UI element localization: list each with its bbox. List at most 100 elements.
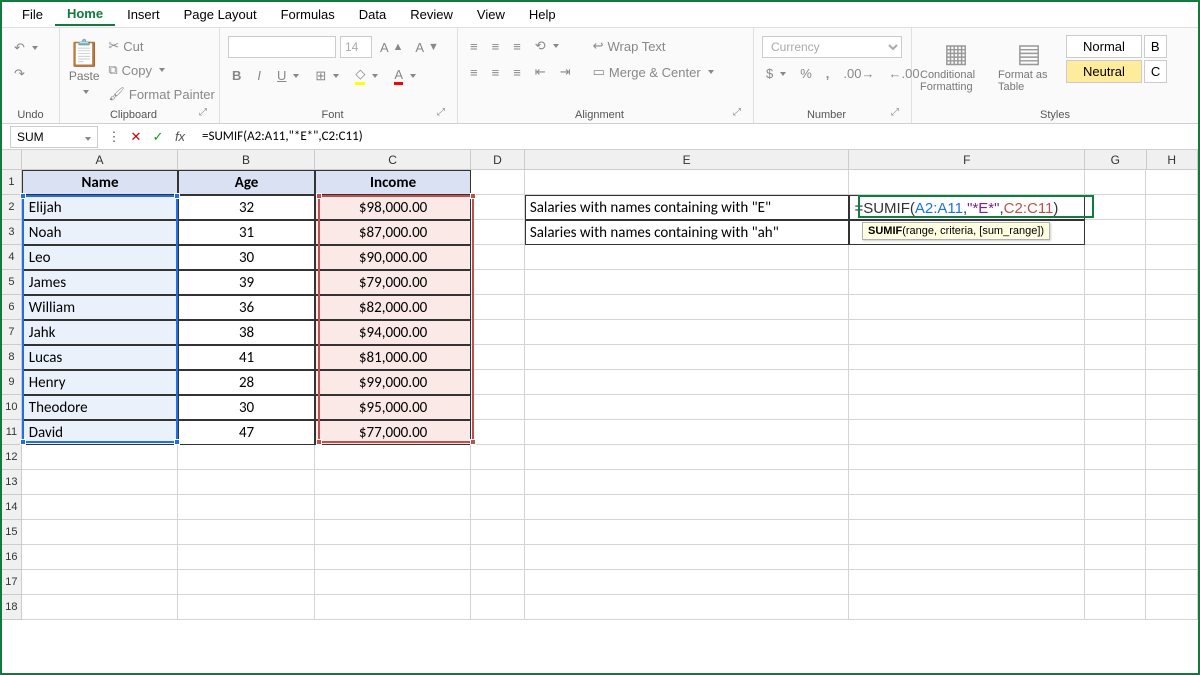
- F13[interactable]: [849, 470, 1085, 495]
- G10[interactable]: [1085, 395, 1146, 420]
- row-header-16[interactable]: 16: [2, 545, 22, 570]
- D8[interactable]: [471, 345, 525, 370]
- A18[interactable]: [22, 595, 178, 620]
- F15[interactable]: [849, 520, 1085, 545]
- H5[interactable]: [1146, 270, 1198, 295]
- G9[interactable]: [1085, 370, 1146, 395]
- percent-format-button[interactable]: %: [796, 64, 816, 83]
- cell-income-9[interactable]: $99,000.00: [315, 370, 471, 395]
- cell-name-3[interactable]: Noah: [22, 220, 178, 245]
- cell-income-8[interactable]: $81,000.00: [315, 345, 471, 370]
- row-header-3[interactable]: 3: [2, 220, 22, 245]
- G1[interactable]: [1085, 170, 1146, 195]
- H12[interactable]: [1146, 445, 1198, 470]
- align-center-button[interactable]: ≡: [488, 62, 504, 82]
- H14[interactable]: [1146, 495, 1198, 520]
- align-right-button[interactable]: ≡: [509, 62, 525, 82]
- cell-age-6[interactable]: 36: [178, 295, 315, 320]
- font-size-select[interactable]: [340, 36, 372, 58]
- F8[interactable]: [849, 345, 1085, 370]
- D12[interactable]: [471, 445, 525, 470]
- paste-button[interactable]: 📋 Paste: [68, 32, 100, 97]
- row-header-10[interactable]: 10: [2, 395, 22, 420]
- E3[interactable]: Salaries with names containing with "ah": [525, 220, 850, 245]
- F17[interactable]: [849, 570, 1085, 595]
- col-header-H[interactable]: H: [1147, 150, 1198, 170]
- col-header-A[interactable]: A: [22, 150, 178, 170]
- col-header-E[interactable]: E: [525, 150, 850, 170]
- E11[interactable]: [525, 420, 850, 445]
- A12[interactable]: [22, 445, 178, 470]
- cell-income-2[interactable]: $98,000.00: [315, 195, 471, 220]
- col-header-C[interactable]: C: [315, 150, 471, 170]
- G14[interactable]: [1085, 495, 1146, 520]
- row-header-12[interactable]: 12: [2, 445, 22, 470]
- cell-name-4[interactable]: Leo: [22, 245, 178, 270]
- D3[interactable]: [471, 220, 525, 245]
- cell-income-4[interactable]: $90,000.00: [315, 245, 471, 270]
- menu-page-layout[interactable]: Page Layout: [172, 4, 269, 25]
- F14[interactable]: [849, 495, 1085, 520]
- C18[interactable]: [315, 595, 471, 620]
- H16[interactable]: [1146, 545, 1198, 570]
- H13[interactable]: [1146, 470, 1198, 495]
- cell-income-3[interactable]: $87,000.00: [315, 220, 471, 245]
- enter-formula-button[interactable]: ✓: [148, 129, 168, 145]
- B12[interactable]: [178, 445, 315, 470]
- fx-button[interactable]: fx: [170, 129, 190, 144]
- D15[interactable]: [471, 520, 525, 545]
- spreadsheet-grid[interactable]: ABCDEFGH 1NameAgeIncome2Elijah32$98,000.…: [2, 150, 1198, 620]
- cell-name-6[interactable]: William: [22, 295, 178, 320]
- G15[interactable]: [1085, 520, 1146, 545]
- D11[interactable]: [471, 420, 525, 445]
- cell-name-9[interactable]: Henry: [22, 370, 178, 395]
- E16[interactable]: [525, 545, 850, 570]
- row-header-9[interactable]: 9: [2, 370, 22, 395]
- merge-center-button[interactable]: ▭Merge & Center: [589, 62, 718, 82]
- D4[interactable]: [471, 245, 525, 270]
- E4[interactable]: [525, 245, 850, 270]
- G5[interactable]: [1085, 270, 1146, 295]
- cell-style-c[interactable]: C: [1144, 60, 1167, 83]
- menu-insert[interactable]: Insert: [115, 4, 172, 25]
- row-header-2[interactable]: 2: [2, 195, 22, 220]
- bold-button[interactable]: B: [228, 66, 245, 85]
- G3[interactable]: [1085, 220, 1146, 245]
- header-age[interactable]: Age: [178, 170, 315, 195]
- C13[interactable]: [315, 470, 471, 495]
- cell-age-11[interactable]: 47: [178, 420, 315, 445]
- E14[interactable]: [525, 495, 850, 520]
- G11[interactable]: [1085, 420, 1146, 445]
- E1[interactable]: [525, 170, 850, 195]
- alignment-launcher[interactable]: ⤢: [733, 107, 745, 123]
- clipboard-launcher[interactable]: ⤢: [199, 107, 211, 123]
- row-header-18[interactable]: 18: [2, 595, 22, 620]
- italic-button[interactable]: I: [253, 66, 265, 85]
- cell-style-neutral[interactable]: Neutral: [1066, 60, 1142, 83]
- F12[interactable]: [849, 445, 1085, 470]
- cut-button[interactable]: ✂Cut: [104, 36, 219, 56]
- D5[interactable]: [471, 270, 525, 295]
- cell-name-2[interactable]: Elijah: [22, 195, 178, 220]
- F5[interactable]: [849, 270, 1085, 295]
- indent-decrease-button[interactable]: ⇤: [531, 62, 550, 82]
- E12[interactable]: [525, 445, 850, 470]
- H6[interactable]: [1146, 295, 1198, 320]
- A17[interactable]: [22, 570, 178, 595]
- E13[interactable]: [525, 470, 850, 495]
- E15[interactable]: [525, 520, 850, 545]
- align-top-button[interactable]: ≡: [466, 36, 482, 56]
- C16[interactable]: [315, 545, 471, 570]
- F10[interactable]: [849, 395, 1085, 420]
- col-header-G[interactable]: G: [1085, 150, 1146, 170]
- row-header-1[interactable]: 1: [2, 170, 22, 195]
- H18[interactable]: [1146, 595, 1198, 620]
- header-income[interactable]: Income: [315, 170, 471, 195]
- conditional-formatting-button[interactable]: ▦ Conditional Formatting: [920, 32, 992, 93]
- D10[interactable]: [471, 395, 525, 420]
- menu-review[interactable]: Review: [398, 4, 465, 25]
- G17[interactable]: [1085, 570, 1146, 595]
- F6[interactable]: [849, 295, 1085, 320]
- col-header-B[interactable]: B: [178, 150, 315, 170]
- menu-formulas[interactable]: Formulas: [269, 4, 347, 25]
